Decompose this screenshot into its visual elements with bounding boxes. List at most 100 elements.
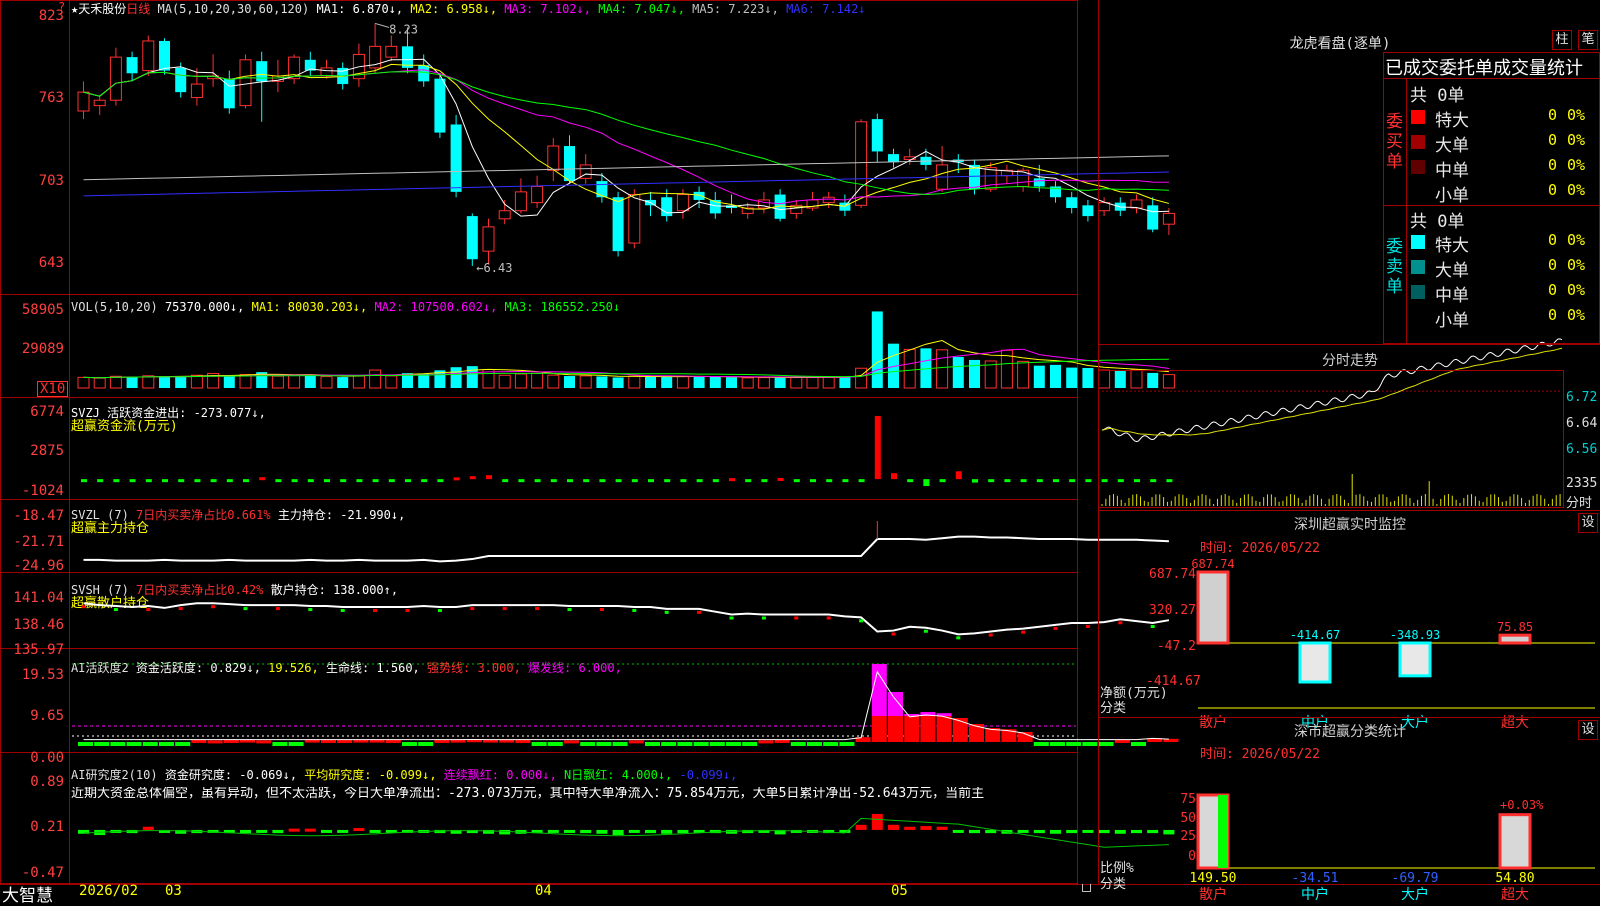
svsh-tick [697, 610, 702, 614]
ai-bar-neg [531, 742, 547, 746]
vol-bar [822, 376, 835, 389]
svzj-bar [388, 479, 395, 483]
vol-bar [547, 374, 560, 389]
minute-y-2: 6.64 [1566, 416, 1598, 431]
air-bar [499, 829, 511, 835]
svsh-tick [794, 616, 799, 620]
monitor-settings-button[interactable]: 设 [1578, 513, 1598, 533]
ai-bar [774, 740, 790, 743]
cyan-swatch [1411, 285, 1425, 299]
svzj-bar [178, 479, 185, 483]
svzl-line [83, 535, 1169, 563]
ai-bar-neg [1050, 742, 1065, 746]
svzj-bar [113, 479, 120, 483]
classify-title: 深市超赢分类统计 [1294, 724, 1406, 740]
air-bar [645, 829, 656, 834]
candle-up [77, 91, 90, 112]
svsh-tick [535, 607, 540, 611]
monitor-bar-value: -348.93 [1390, 628, 1441, 642]
ai-bar-neg [726, 742, 741, 746]
candle-up [1098, 202, 1111, 212]
svsh-tick [567, 608, 572, 612]
ai-bar [1114, 740, 1130, 743]
dragon-divider-1 [1383, 78, 1600, 79]
svzj-bar [421, 479, 428, 483]
ai-bar [888, 716, 903, 742]
air-bar [1147, 829, 1159, 834]
ai-bar [515, 740, 531, 743]
svzj-bar [567, 479, 573, 483]
candle-up [239, 59, 252, 107]
ai-bar-neg [742, 742, 758, 746]
buy-total: 共 0单 [1410, 86, 1465, 106]
svzj-bar [145, 479, 152, 483]
buy-row-medium: 中单 0 0% [1407, 155, 1597, 181]
svsh-tick [113, 608, 118, 612]
classify-bar-value: 149.50 [1190, 871, 1237, 886]
svzj-bar [826, 479, 833, 483]
row-count: 0 [1547, 131, 1557, 149]
svzj-bar [858, 479, 865, 483]
candle-up [93, 99, 106, 107]
dragon-title: 龙虎看盘(逐单) [1289, 36, 1391, 52]
svzj-bar [939, 479, 946, 483]
vol-bar [1082, 367, 1094, 388]
svsh-tick [146, 608, 151, 612]
svsh-tick [859, 619, 864, 623]
svzj-bar [1036, 479, 1043, 483]
monitor-title: 深圳超赢实时监控 [1294, 517, 1406, 533]
vol-bar [385, 375, 398, 389]
candle-up [628, 194, 641, 244]
classify-settings-button[interactable]: 设 [1578, 720, 1598, 740]
svzj-bar [243, 479, 249, 483]
vol-bar [612, 377, 624, 388]
row-pct: 0% [1567, 106, 1586, 124]
monitor-bar [1196, 570, 1230, 645]
vol-bar [726, 377, 737, 388]
row-pct: 0% [1567, 281, 1586, 299]
air-bar [1033, 829, 1045, 834]
tick-mode-button[interactable]: 笔 [1578, 30, 1598, 50]
minute-chart-frame [1098, 370, 1564, 508]
vol-bar [628, 375, 641, 389]
candle-up [822, 196, 835, 204]
air-bar [985, 829, 997, 834]
svzj-bar [955, 471, 962, 480]
vol-bar [142, 375, 155, 389]
vol-bar [514, 373, 527, 389]
vol-bar [304, 375, 316, 388]
svzj-bar [648, 479, 654, 483]
candle-up [190, 83, 203, 99]
air-bar [1017, 829, 1029, 833]
candle-down [434, 78, 446, 133]
air-bar [272, 829, 284, 834]
svsh-tick [502, 607, 507, 611]
vol-bar [498, 374, 511, 389]
candle-down [450, 124, 462, 192]
candle-up [1162, 212, 1175, 225]
ai-bar [207, 740, 223, 744]
monitor-bar-value: 687.74 [1191, 557, 1234, 571]
bar-mode-button[interactable]: 柱 [1552, 30, 1572, 50]
air-bar [1066, 829, 1078, 834]
candle-down [612, 197, 624, 252]
ai-bar-neg [677, 742, 693, 746]
vol-bar [645, 376, 656, 388]
classify-y-2: 50 [1180, 811, 1196, 826]
ai-bar-neg [790, 742, 806, 746]
cyan-swatch [1411, 235, 1425, 249]
svzj-bar [1020, 479, 1027, 483]
vol-bar [676, 376, 689, 389]
red-swatch [1411, 160, 1425, 174]
monitor-bar-value: 75.85 [1497, 620, 1533, 634]
row-name: 特大 [1435, 111, 1469, 131]
air-bar [888, 824, 899, 830]
vol-bar [564, 376, 575, 388]
monitor-y-3: -47.2 [1156, 639, 1196, 654]
ai-bar-neg [580, 742, 596, 746]
row-count: 0 [1547, 181, 1557, 199]
air-bar [321, 829, 332, 833]
ai-bar [191, 740, 207, 743]
svsh-tick [81, 605, 86, 609]
svzj-bar [550, 479, 557, 483]
